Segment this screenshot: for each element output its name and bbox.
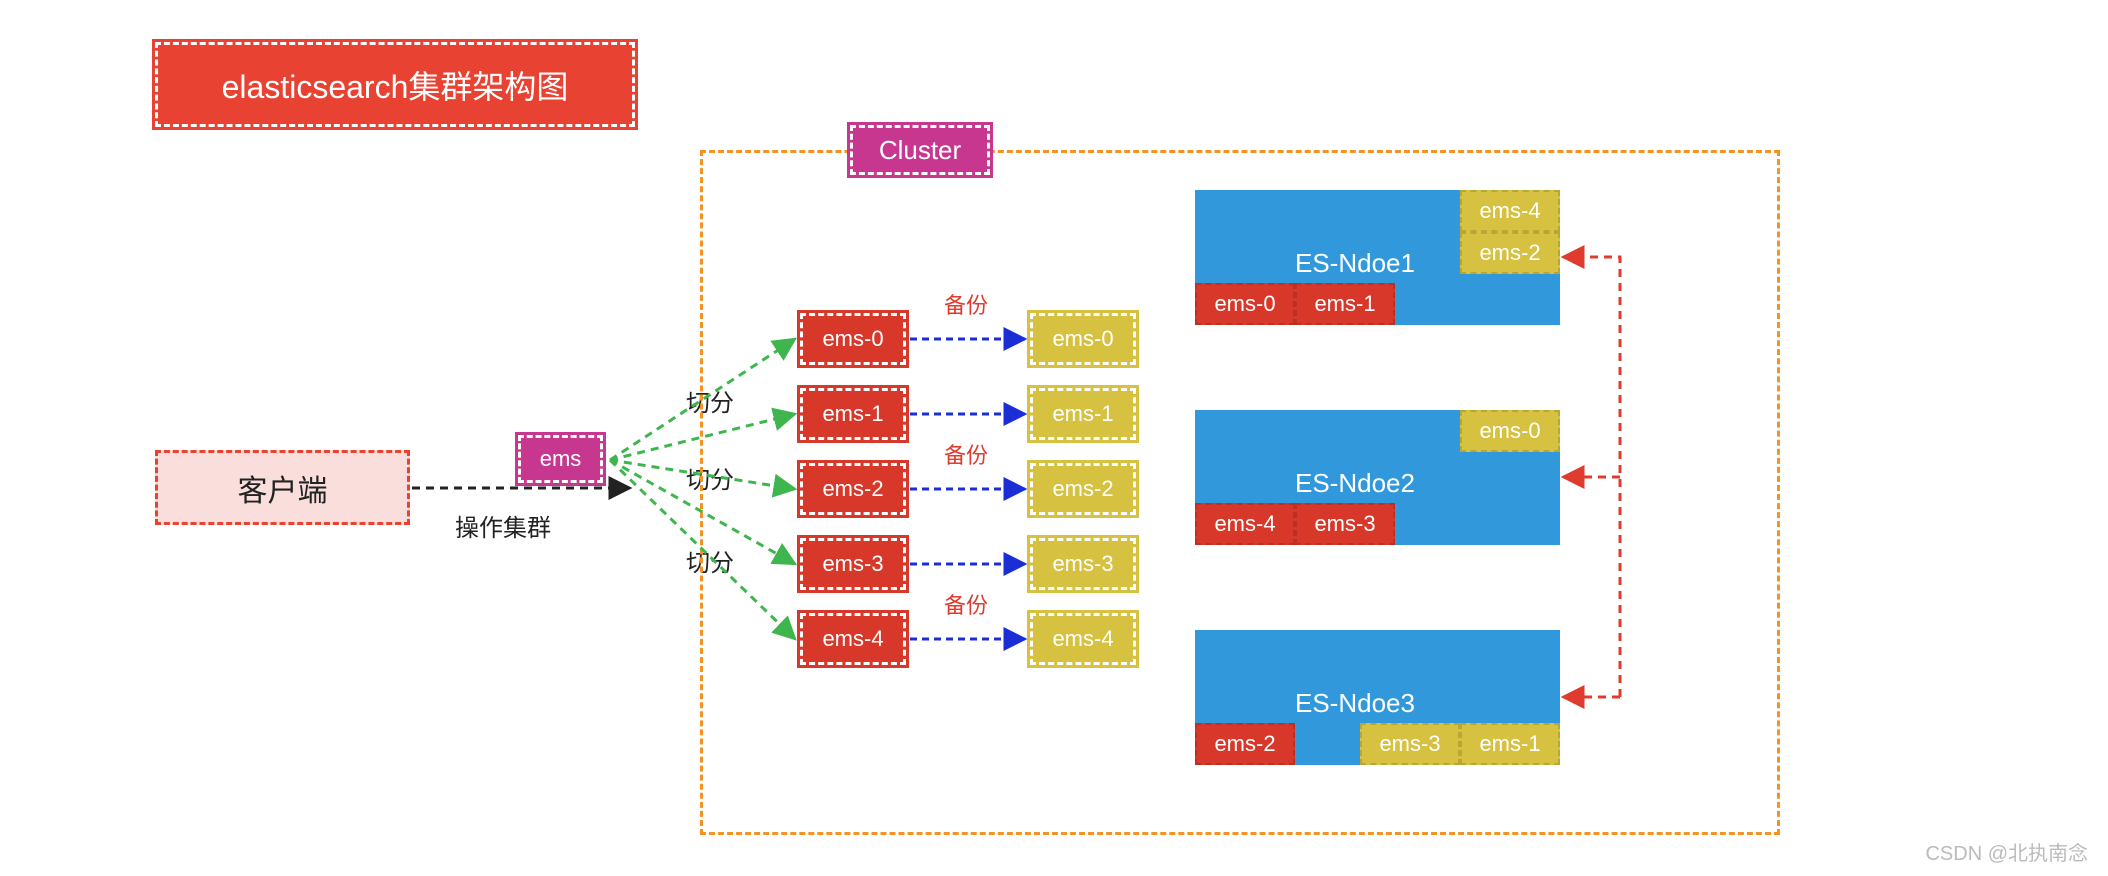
backup-label-4: 备份 — [944, 588, 988, 620]
node-1-primary-0: ems-0 — [1195, 283, 1295, 325]
node-1-primary-1: ems-1 — [1295, 283, 1395, 325]
node-3-replica-0: ems-3 — [1360, 723, 1460, 765]
replica-shard-1: ems-1 — [1030, 388, 1136, 440]
primary-shard-0: ems-0 — [800, 313, 906, 365]
node-3-primary-0: ems-2 — [1195, 723, 1295, 765]
replica-shard-3: ems-3 — [1030, 538, 1136, 590]
backup-label-2: 备份 — [944, 438, 988, 470]
ems-index-box: ems — [518, 435, 603, 483]
node-2-primary-1: ems-3 — [1295, 503, 1395, 545]
cluster-label: Cluster — [850, 125, 990, 175]
primary-shard-1: ems-1 — [800, 388, 906, 440]
node-3-replica-1: ems-1 — [1460, 723, 1560, 765]
node-2-title: ES-Ndoe2 — [1295, 468, 1415, 499]
node-1-replica-1: ems-2 — [1460, 232, 1560, 274]
watermark: CSDN @北执南念 — [1925, 837, 2088, 866]
replica-shard-4: ems-4 — [1030, 613, 1136, 665]
replica-shard-0: ems-0 — [1030, 313, 1136, 365]
replica-shard-2: ems-2 — [1030, 463, 1136, 515]
primary-shard-3: ems-3 — [800, 538, 906, 590]
primary-shard-4: ems-4 — [800, 613, 906, 665]
diagram-root: elasticsearch集群架构图 客户端 ems 操作集群 切分 切分 切分… — [0, 0, 2108, 876]
primary-shard-2: ems-2 — [800, 463, 906, 515]
diagram-title: elasticsearch集群架构图 — [155, 42, 635, 127]
operate-cluster-label: 操作集群 — [455, 508, 551, 543]
node-1-replica-0: ems-4 — [1460, 190, 1560, 232]
backup-label-0: 备份 — [944, 288, 988, 320]
client-box: 客户端 — [155, 450, 410, 525]
node-1-title: ES-Ndoe1 — [1295, 248, 1415, 279]
node-3: ES-Ndoe3 ems-2 ems-3 ems-1 — [1195, 630, 1560, 765]
node-2-replica-0: ems-0 — [1460, 410, 1560, 452]
node-3-title: ES-Ndoe3 — [1295, 688, 1415, 719]
node-2-primary-0: ems-4 — [1195, 503, 1295, 545]
node-1: ES-Ndoe1 ems-0 ems-1 ems-4 ems-2 — [1195, 190, 1560, 325]
node-2: ES-Ndoe2 ems-0 ems-4 ems-3 — [1195, 410, 1560, 545]
